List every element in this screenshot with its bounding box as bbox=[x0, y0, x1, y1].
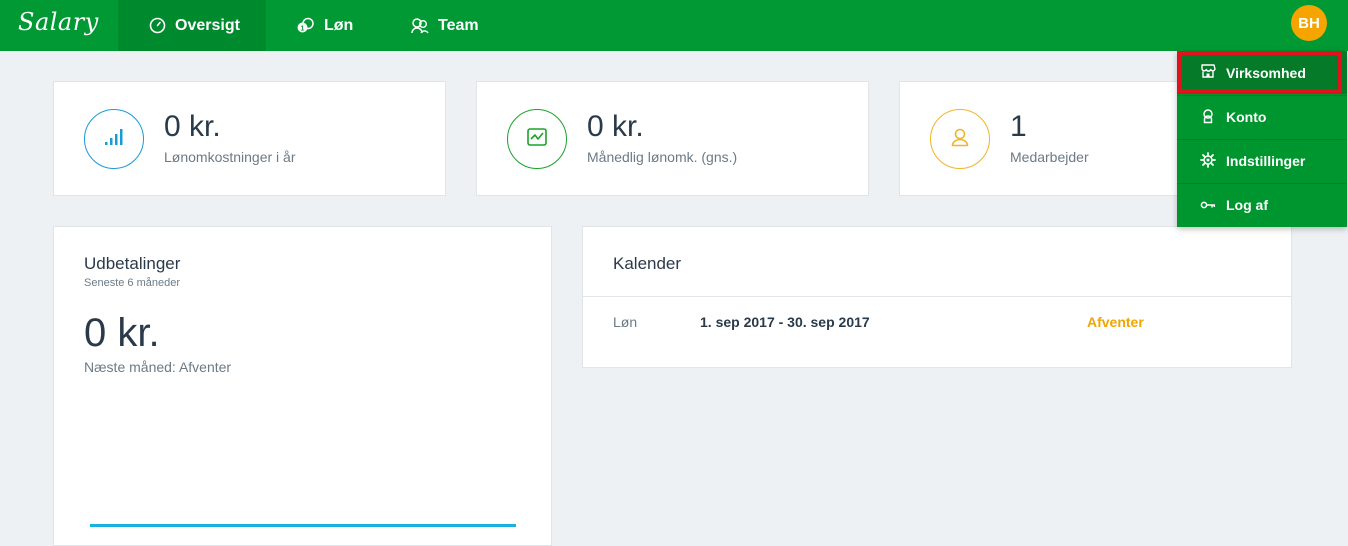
user-avatar[interactable]: BH bbox=[1291, 5, 1327, 41]
payouts-total: 0 kr. bbox=[84, 311, 160, 355]
nav-item-oversigt[interactable]: Oversigt bbox=[118, 0, 266, 51]
payouts-chart-line bbox=[90, 524, 516, 527]
menu-item-label: Konto bbox=[1226, 109, 1267, 125]
stat-card-monthly-avg: 0 kr. Månedlig lønomk. (gns.) bbox=[476, 81, 869, 196]
user-dropdown-menu: Virksomhed Konto Indstillinger Log af bbox=[1177, 51, 1347, 227]
nav-item-label: Team bbox=[438, 16, 479, 34]
nav-item-team[interactable]: Team bbox=[410, 0, 479, 51]
stat-icon-circle bbox=[930, 109, 990, 169]
signal-bars-icon bbox=[103, 127, 125, 152]
stat-label: Månedlig lønomk. (gns.) bbox=[587, 149, 738, 165]
stat-value: 0 kr. bbox=[587, 110, 644, 143]
user-icon bbox=[949, 127, 971, 152]
panel-divider bbox=[583, 296, 1291, 297]
stat-icon-circle bbox=[507, 109, 567, 169]
panel-title: Kalender bbox=[613, 254, 682, 273]
payouts-next-month: Næste måned: Afventer bbox=[84, 359, 232, 375]
menu-item-indstillinger[interactable]: Indstillinger bbox=[1177, 139, 1347, 182]
nav-item-label: Oversigt bbox=[175, 16, 240, 34]
gauge-icon bbox=[149, 17, 166, 34]
stat-label: Medarbejder bbox=[1010, 149, 1089, 165]
nav-item-lon[interactable]: 1 Løn bbox=[296, 0, 353, 51]
calendar-row-period: 1. sep 2017 - 30. sep 2017 bbox=[700, 314, 870, 330]
app-logo[interactable]: Salary bbox=[18, 8, 99, 36]
svg-text:1: 1 bbox=[301, 26, 305, 33]
coins-icon: 1 bbox=[296, 17, 315, 34]
store-icon bbox=[1200, 63, 1216, 82]
menu-item-konto[interactable]: Konto bbox=[1177, 95, 1347, 138]
account-icon bbox=[1200, 108, 1216, 127]
menu-item-label: Log af bbox=[1226, 197, 1268, 213]
stat-value: 1 bbox=[1010, 110, 1027, 143]
chart-icon bbox=[526, 127, 548, 152]
stat-value: 0 kr. bbox=[164, 110, 221, 143]
panel-subtitle: Seneste 6 måneder bbox=[84, 277, 181, 289]
payouts-panel: Udbetalinger Seneste 6 måneder 0 kr. Næs… bbox=[53, 226, 552, 546]
key-icon bbox=[1200, 196, 1216, 215]
nav-item-label: Løn bbox=[324, 16, 354, 34]
stat-card-payroll-year: 0 kr. Lønomkostninger i år bbox=[53, 81, 446, 196]
calendar-row-type: Løn bbox=[613, 314, 638, 330]
team-icon bbox=[410, 17, 429, 34]
stat-label: Lønomkostninger i år bbox=[164, 149, 296, 165]
menu-item-label: Virksomhed bbox=[1226, 64, 1306, 81]
calendar-panel: Kalender Løn 1. sep 2017 - 30. sep 2017 … bbox=[582, 226, 1292, 368]
calendar-row-status: Afventer bbox=[1087, 314, 1144, 330]
top-navigation-bar: Salary Oversigt 1 Løn Team BH bbox=[0, 0, 1348, 51]
stat-icon-circle bbox=[84, 109, 144, 169]
menu-item-virksomhed[interactable]: Virksomhed bbox=[1177, 51, 1347, 94]
menu-item-log-af[interactable]: Log af bbox=[1177, 183, 1347, 226]
menu-item-label: Indstillinger bbox=[1226, 153, 1306, 169]
panel-title: Udbetalinger bbox=[84, 254, 181, 273]
gear-icon bbox=[1200, 151, 1216, 171]
